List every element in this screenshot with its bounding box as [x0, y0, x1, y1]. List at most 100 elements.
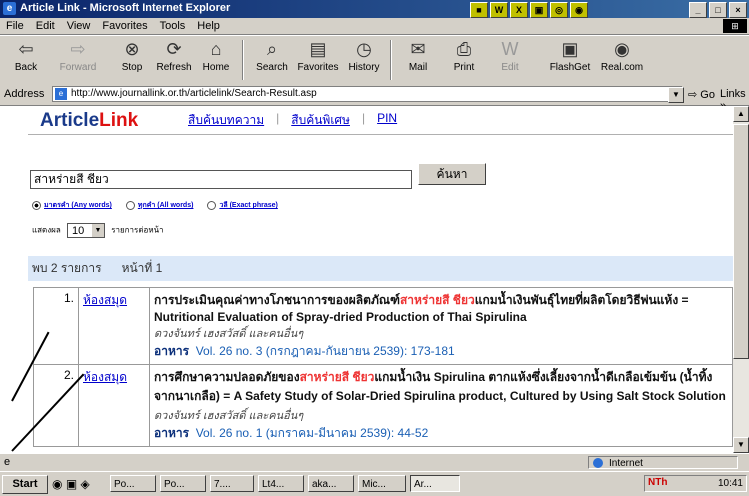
- taskbar-item[interactable]: Mic...: [358, 475, 406, 492]
- results-table: 1. ห้องสมุด การประเมินคุณค่าทางโภชนาการข…: [33, 287, 733, 447]
- status-bar: e Internet: [0, 453, 749, 472]
- library-link[interactable]: ห้องสมุด: [83, 370, 127, 384]
- forward-button[interactable]: ⇨ Forward: [56, 38, 100, 73]
- close-button[interactable]: ×: [729, 2, 747, 18]
- result-summary: พบ 2 รายการ หน้าที่ 1: [28, 256, 733, 281]
- menu-favorites[interactable]: Favorites: [102, 20, 147, 32]
- library-link[interactable]: ห้องสมุด: [83, 293, 127, 307]
- realcom-icon: ◉: [614, 39, 630, 59]
- scroll-thumb[interactable]: [733, 124, 749, 359]
- mail-icon: ✉: [410, 39, 426, 59]
- start-button[interactable]: Start: [2, 475, 48, 494]
- result-number: 2.: [33, 364, 79, 447]
- result-title[interactable]: การศึกษาความปลอดภัยของสาหร่ายสี ชียวแกมน…: [154, 368, 728, 406]
- toolbar-icon-4[interactable]: ▣: [530, 2, 548, 18]
- flashget-button[interactable]: ▣ FlashGet: [544, 38, 596, 73]
- result-authors: ดวงจันทร์ เฮงสวัสดิ์ และคนอื่นๆ: [154, 410, 304, 422]
- result-count: พบ 2 รายการ: [32, 261, 102, 275]
- favorites-button[interactable]: ▤ Favorites: [296, 38, 340, 73]
- print-icon: ⎙: [456, 39, 472, 59]
- taskbar-item-active[interactable]: Ar...: [410, 475, 460, 492]
- taskbar-item[interactable]: aka...: [308, 475, 354, 492]
- back-button[interactable]: ⇦ Back: [4, 38, 48, 73]
- search-submit-button[interactable]: ค้นหา: [418, 163, 486, 185]
- outlook-quicklaunch-icon[interactable]: ◈: [81, 477, 90, 491]
- taskbar: Start ◉ ▣ ◈ Po... Po... 7.... Lt4... aka…: [0, 471, 749, 496]
- search-input[interactable]: สาหร่ายสี ชียว: [30, 170, 412, 189]
- title-toolbar-icons: ■ W X ▣ ◎ ◉: [470, 2, 588, 18]
- menu-edit[interactable]: Edit: [36, 20, 55, 32]
- desktop-quicklaunch-icon[interactable]: ▣: [66, 477, 77, 491]
- address-input[interactable]: e http://www.journallink.or.th/articleli…: [52, 86, 682, 102]
- refresh-button[interactable]: ⟳ Refresh: [152, 38, 196, 73]
- print-button[interactable]: ⎙ Print: [442, 38, 486, 73]
- nav-article-search[interactable]: สืบค้นบทความ: [188, 111, 264, 130]
- menu-bar: File Edit View Favorites Tools Help ⊞: [0, 18, 749, 35]
- home-icon: ⌂: [210, 39, 222, 59]
- forward-arrow-icon: ⇨: [70, 39, 86, 59]
- tray-icons[interactable]: NTh: [648, 477, 667, 488]
- menu-help[interactable]: Help: [197, 20, 220, 32]
- divider: [28, 134, 733, 135]
- taskbar-item[interactable]: Po...: [110, 475, 156, 492]
- articlelink-logo: ArticleLink: [40, 110, 139, 131]
- security-zone: Internet: [588, 456, 738, 469]
- perpage-select[interactable]: 10 ▼: [66, 223, 105, 238]
- toolbar-icon-3[interactable]: X: [510, 2, 528, 18]
- go-button[interactable]: ⇨ Go: [688, 88, 715, 101]
- globe-icon: [593, 458, 603, 468]
- radio-any-words[interactable]: มาตรคำ (Any words): [32, 200, 112, 211]
- address-dropdown-button[interactable]: ▼: [668, 87, 684, 103]
- ie-quicklaunch-icon[interactable]: ◉: [52, 477, 62, 491]
- status-page-icon: e: [4, 456, 11, 468]
- maximize-button[interactable]: □: [709, 2, 727, 18]
- result-title[interactable]: การประเมินคุณค่าทางโภชนาการของผลิตภัณฑ์ส…: [154, 291, 728, 324]
- quick-launch: ◉ ▣ ◈: [52, 477, 90, 491]
- minimize-button[interactable]: _: [689, 2, 707, 18]
- back-arrow-icon: ⇦: [18, 39, 34, 59]
- page-icon: e: [55, 88, 67, 100]
- radio-all-words[interactable]: ทุกคำ (All words): [125, 200, 193, 211]
- toolbar-icon-5[interactable]: ◎: [550, 2, 568, 18]
- taskbar-item[interactable]: Po...: [160, 475, 206, 492]
- windows-logo-icon: ⊞: [723, 19, 747, 33]
- flashget-icon: ▣: [561, 39, 579, 59]
- table-row: 1. ห้องสมุด การประเมินคุณค่าทางโภชนาการข…: [33, 287, 733, 365]
- page-content: ArticleLink สืบค้นบทความ | สืบค้นพิเศษ |…: [0, 106, 733, 453]
- page-number: หน้าที่ 1: [121, 261, 163, 275]
- toolbar-icon-1[interactable]: ■: [470, 2, 488, 18]
- search-button[interactable]: ⌕ Search: [250, 38, 294, 73]
- results-per-page: แสดงผล 10 ▼ รายการต่อหน้า: [32, 223, 164, 238]
- vertical-scrollbar[interactable]: ▲ ▼: [733, 106, 749, 453]
- menu-tools[interactable]: Tools: [160, 20, 186, 32]
- nav-special-search[interactable]: สืบค้นพิเศษ: [291, 111, 350, 130]
- taskbar-item[interactable]: 7....: [210, 475, 254, 492]
- address-label: Address: [4, 88, 45, 100]
- stop-button[interactable]: ⊗ Stop: [110, 38, 154, 73]
- scroll-up-arrow-icon[interactable]: ▲: [733, 106, 749, 122]
- taskbar-item[interactable]: Lt4...: [258, 475, 304, 492]
- refresh-icon: ⟳: [166, 39, 182, 59]
- menu-view[interactable]: View: [67, 20, 91, 32]
- result-authors: ดวงจันทร์ เฮงสวัสดิ์ และคนอื่นๆ: [154, 328, 304, 340]
- result-source: อาหาร Vol. 26 no. 3 (กรกฎาคม-กันยายน 253…: [154, 344, 455, 358]
- toolbar-icon-2[interactable]: W: [490, 2, 508, 18]
- favorites-icon: ▤: [309, 39, 327, 59]
- scroll-down-arrow-icon[interactable]: ▼: [733, 437, 749, 453]
- title-bar: e Article Link - Microsoft Internet Expl…: [0, 0, 749, 18]
- history-icon: ◷: [356, 39, 372, 59]
- nav-pin[interactable]: PIN: [377, 111, 397, 130]
- site-nav: สืบค้นบทความ | สืบค้นพิเศษ | PIN: [188, 111, 397, 130]
- search-icon: ⌕: [266, 39, 278, 59]
- realcom-button[interactable]: ◉ Real.com: [596, 38, 648, 73]
- toolbar-icon-6[interactable]: ◉: [570, 2, 588, 18]
- edit-button[interactable]: W Edit: [488, 38, 532, 73]
- home-button[interactable]: ⌂ Home: [194, 38, 238, 73]
- result-source: อาหาร Vol. 26 no. 1 (มกราคม-มีนาคม 2539)…: [154, 426, 429, 440]
- history-button[interactable]: ◷ History: [342, 38, 386, 73]
- mail-button[interactable]: ✉ Mail: [396, 38, 440, 73]
- radio-exact-phrase[interactable]: วลี (Exact phrase): [207, 200, 278, 211]
- menu-file[interactable]: File: [6, 20, 24, 32]
- stop-icon: ⊗: [124, 39, 140, 59]
- ie-icon: e: [3, 2, 16, 15]
